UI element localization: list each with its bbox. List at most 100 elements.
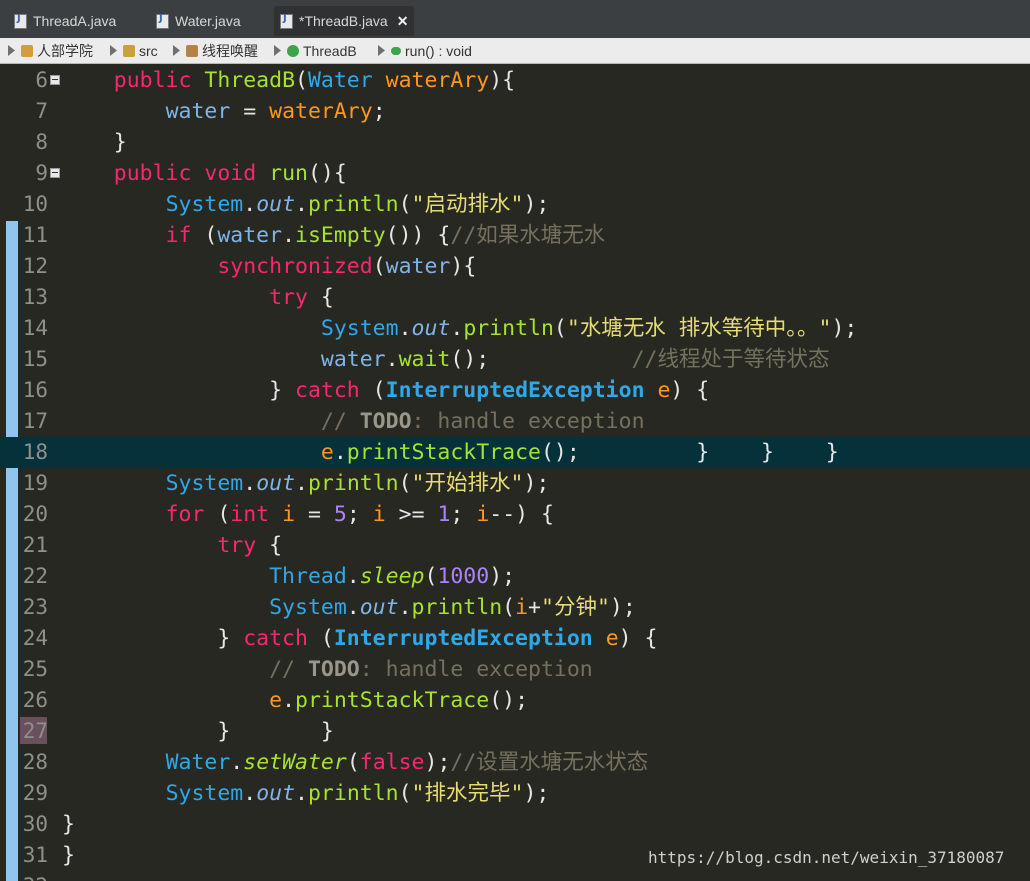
code-text: } catch (InterruptedException e) {	[62, 378, 710, 403]
fold-collapse-icon[interactable]	[50, 168, 60, 178]
code-text: synchronized(water){	[217, 254, 477, 279]
editor-tab-bar: ThreadA.java Water.java *ThreadB.java ✕	[0, 0, 1030, 38]
code-text: e.printStackTrace(); } } }	[320, 440, 839, 465]
breadcrumb-label: 线程唤醒	[202, 42, 258, 59]
line-number: 22	[22, 564, 48, 588]
code-line: 14 System.out.println("水塘无水 排水等待中。。");	[0, 313, 1030, 344]
line-number: 9	[35, 161, 48, 185]
code-text: System.out.println("开始排水");	[165, 471, 550, 496]
code-line: 27 } }	[0, 716, 1030, 747]
class-icon	[287, 44, 299, 57]
code-line: 16 } catch (InterruptedException e) {	[0, 375, 1030, 406]
breadcrumb-label: ThreadB	[303, 42, 357, 59]
line-number: 32	[8, 871, 48, 881]
code-text: } }	[62, 719, 334, 744]
line-number: 14	[22, 316, 48, 340]
fold-collapse-icon[interactable]	[50, 75, 60, 85]
code-line: 13 try {	[0, 282, 1030, 313]
code-text: e.printStackTrace();	[269, 688, 529, 713]
string-literal: "水塘无水 排水等待中。。"	[566, 316, 832, 341]
code-line: 21 try {	[0, 530, 1030, 561]
line-number: 12	[22, 254, 48, 278]
code-text: water.wait(); //线程处于等待状态	[320, 347, 830, 372]
breadcrumb-package[interactable]: 线程唤醒	[173, 38, 258, 63]
code-text: } catch (InterruptedException e) {	[62, 626, 658, 651]
breadcrumb-src[interactable]: src	[110, 38, 158, 63]
java-file-icon	[280, 13, 293, 29]
code-text: Water.setWater(false);//设置水塘无水状态	[165, 750, 649, 775]
string-literal: "开始排水"	[411, 471, 524, 496]
line-number: 30	[22, 812, 48, 836]
code-text: // TODO: handle exception	[269, 657, 593, 682]
line-number: 31	[22, 843, 48, 867]
breadcrumb-class[interactable]: ThreadB	[274, 38, 357, 63]
close-icon[interactable]: ✕	[397, 13, 409, 30]
breadcrumb-method[interactable]: run() : void	[378, 38, 472, 63]
code-text: public ThreadB(Water waterAry){	[113, 68, 516, 93]
code-line: 24 } catch (InterruptedException e) {	[0, 623, 1030, 654]
code-text: System.out.println("水塘无水 排水等待中。。");	[320, 316, 858, 341]
tab-label: ThreadA.java	[33, 13, 117, 29]
line-number: 18	[22, 440, 48, 464]
chevron-right-icon	[378, 45, 385, 56]
breadcrumb-project[interactable]: 人部学院	[8, 38, 93, 63]
package-icon	[186, 44, 198, 57]
line-number: 21	[22, 533, 48, 557]
line-number: 29	[22, 781, 48, 805]
chevron-right-icon	[8, 45, 15, 56]
code-comment: //设置水塘无水状态	[450, 750, 649, 775]
tab-threada[interactable]: ThreadA.java	[8, 6, 122, 36]
code-line: 32	[0, 871, 1030, 881]
code-text: try {	[269, 285, 334, 310]
breadcrumb-label: run() : void	[405, 42, 472, 59]
tab-water[interactable]: Water.java	[150, 6, 247, 36]
line-number: 13	[22, 285, 48, 309]
string-literal: "分钟"	[541, 595, 610, 620]
line-number: 17	[22, 409, 48, 433]
code-text: public void run(){	[113, 161, 347, 186]
code-line: 19 System.out.println("开始排水");	[0, 468, 1030, 499]
code-line: 29 System.out.println("排水完毕");	[0, 778, 1030, 809]
code-line: 28 Water.setWater(false);//设置水塘无水状态	[0, 747, 1030, 778]
code-text: // TODO: handle exception	[320, 409, 645, 434]
breadcrumb: 人部学院 src 线程唤醒 ThreadB run() : void	[0, 38, 1030, 64]
breadcrumb-label: 人部学院	[37, 42, 93, 59]
chevron-right-icon	[173, 45, 180, 56]
java-file-icon	[14, 13, 27, 29]
code-line: 15 water.wait(); //线程处于等待状态	[0, 344, 1030, 375]
project-icon	[21, 44, 33, 57]
code-text: water = waterAry;	[165, 99, 386, 124]
code-text: try {	[217, 533, 283, 558]
line-number: 25	[22, 657, 48, 681]
code-comment: //线程处于等待状态	[631, 347, 830, 372]
tab-threadb[interactable]: *ThreadB.java ✕	[274, 6, 415, 36]
code-text: System.out.println("启动排水");	[165, 192, 550, 217]
current-code-line: 18 e.printStackTrace(); } } }	[0, 437, 1030, 468]
code-text: }	[62, 812, 75, 837]
code-line: 11 if (water.isEmpty()) {//如果水塘无水	[0, 220, 1030, 251]
line-number: 20	[22, 502, 48, 526]
code-editor[interactable]: 6 public ThreadB(Water waterAry){ 7 wate…	[0, 64, 1030, 881]
code-line: 26 e.printStackTrace();	[0, 685, 1030, 716]
code-text: if (water.isEmpty()) {//如果水塘无水	[165, 223, 606, 248]
line-number: 26	[22, 688, 48, 712]
code-line: 9 public void run(){	[0, 158, 1030, 189]
string-literal: "排水完毕"	[411, 781, 524, 806]
line-number: 15	[22, 347, 48, 371]
code-line: 23 System.out.println(i+"分钟");	[0, 592, 1030, 623]
line-number: 8	[35, 130, 48, 154]
watermark-text: https://blog.csdn.net/weixin_37180087	[648, 848, 1005, 867]
code-line: 12 synchronized(water){	[0, 251, 1030, 282]
code-line: 25 // TODO: handle exception	[0, 654, 1030, 685]
tab-label: Water.java	[175, 13, 241, 29]
code-line: 17 // TODO: handle exception	[0, 406, 1030, 437]
code-line: 22 Thread.sleep(1000);	[0, 561, 1030, 592]
line-number: 24	[22, 626, 48, 650]
code-line: 30 }	[0, 809, 1030, 840]
code-line: 10 System.out.println("启动排水");	[0, 189, 1030, 220]
tab-label: *ThreadB.java	[299, 13, 388, 29]
code-line: 20 for (int i = 5; i >= 1; i--) {	[0, 499, 1030, 530]
code-text: }	[62, 130, 127, 155]
chevron-right-icon	[274, 45, 281, 56]
line-number: 11	[22, 223, 48, 247]
